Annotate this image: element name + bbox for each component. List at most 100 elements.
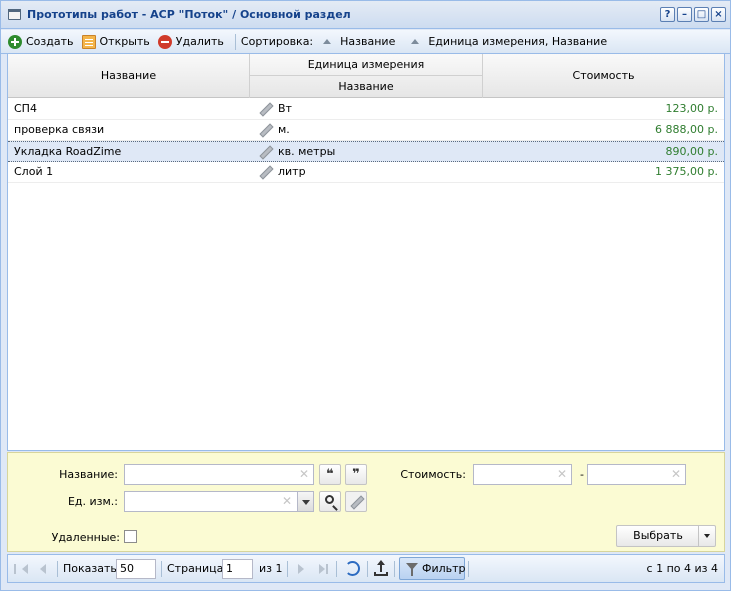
sort-item-label: Название: [340, 35, 396, 48]
clear-icon[interactable]: ✕: [557, 467, 567, 482]
paging-separator: [336, 561, 337, 577]
table-row[interactable]: Слой 1 литр 1 375,00 р.: [8, 162, 724, 183]
page-size-input[interactable]: 50: [116, 559, 156, 579]
sort-asc-icon: [323, 39, 332, 44]
open-label: Открыть: [99, 35, 150, 48]
quote-close-button[interactable]: ❞: [345, 464, 367, 485]
first-page-icon[interactable]: [14, 564, 28, 574]
clear-icon[interactable]: ✕: [299, 467, 309, 482]
clear-icon[interactable]: ✕: [282, 494, 292, 509]
cell-unit-text: литр: [278, 165, 306, 178]
column-header-unit-name[interactable]: Название: [250, 76, 483, 98]
paging-separator: [468, 561, 469, 577]
cell-cost: 123,00 р.: [665, 102, 718, 115]
pencil-icon: [349, 495, 363, 509]
minimize-button[interactable]: –: [677, 7, 692, 22]
paging-separator: [367, 561, 368, 577]
table-row[interactable]: проверка связи м. 6 888,00 р.: [8, 120, 724, 141]
cost-from-input[interactable]: ✕: [473, 464, 572, 485]
cell-cost: 6 888,00 р.: [655, 123, 718, 136]
pencil-icon: [258, 145, 272, 159]
search-unit-button[interactable]: [319, 491, 341, 512]
unit-filter-label: Ед. изм.:: [67, 495, 118, 508]
cell-cost: 890,00 р.: [665, 145, 718, 158]
name-filter-label: Название:: [59, 468, 118, 481]
delete-label: Удалить: [175, 35, 224, 48]
page-number-input[interactable]: 1: [222, 559, 253, 579]
paging-toolbar: Показать 50 Страница 1 из 1 Фильтр с 1 п…: [7, 554, 725, 583]
cell-unit: Вт: [258, 99, 478, 119]
cell-unit-text: кв. метры: [278, 145, 336, 158]
window: Прототипы работ - АСР "Поток" / Основной…: [0, 0, 731, 591]
filter-toggle-button[interactable]: Фильтр: [399, 557, 466, 580]
name-filter-input[interactable]: ✕: [124, 464, 314, 485]
chevron-down-icon[interactable]: [297, 491, 314, 512]
delete-button[interactable]: Удалить: [156, 31, 230, 53]
cost-to-input[interactable]: ✕: [587, 464, 686, 485]
title-bar[interactable]: Прототипы работ - АСР "Поток" / Основной…: [1, 1, 730, 29]
help-button[interactable]: ?: [660, 7, 675, 22]
page-label: Страница: [167, 562, 224, 575]
column-header-cost[interactable]: Стоимость: [483, 54, 724, 98]
plus-icon: [8, 34, 22, 49]
sort-label: Сортировка:: [240, 35, 314, 48]
export-icon-base: [374, 572, 388, 576]
cell-name: проверка связи: [14, 123, 105, 136]
cell-unit: литр: [258, 162, 478, 182]
paging-separator: [57, 561, 58, 577]
cell-name: Укладка RoadZime: [14, 145, 122, 158]
deleted-checkbox[interactable]: [124, 530, 137, 543]
window-title: Прототипы работ - АСР "Поток" / Основной…: [27, 8, 351, 21]
maximize-button[interactable]: □: [694, 7, 709, 22]
document-icon: [81, 34, 96, 49]
select-button-label: Выбрать: [633, 529, 683, 542]
paging-separator: [394, 561, 395, 577]
close-button[interactable]: ×: [711, 7, 726, 22]
sort-by-name[interactable]: Название: [323, 35, 395, 48]
open-button[interactable]: Открыть: [80, 31, 156, 53]
cost-filter-label: Стоимость:: [400, 468, 466, 481]
refresh-icon[interactable]: [345, 561, 360, 576]
pencil-icon: [258, 123, 272, 137]
edit-unit-button[interactable]: [345, 491, 367, 512]
sort-asc-icon: [411, 39, 420, 44]
cell-unit-text: Вт: [278, 102, 292, 115]
pencil-icon: [258, 165, 272, 179]
filter-button-label: Фильтр: [422, 562, 466, 575]
prototypes-grid: Название Единица измерения Название Стои…: [7, 54, 725, 451]
unit-filter-combo[interactable]: ✕: [124, 491, 314, 512]
grid-header: Название Единица измерения Название Стои…: [8, 54, 724, 98]
search-icon: [325, 495, 334, 504]
cell-name: СП4: [14, 102, 37, 115]
toolbar-separator: [234, 33, 236, 50]
paging-summary: с 1 по 4 из 4: [646, 562, 718, 575]
sort-item-label: Единица измерения, Название: [428, 35, 608, 48]
column-header-name[interactable]: Название: [8, 54, 250, 98]
cost-range-dash: -: [580, 468, 584, 481]
window-controls: ? – □ ×: [660, 7, 726, 22]
cell-unit: м.: [258, 120, 478, 140]
table-row-selected[interactable]: Укладка RoadZime кв. метры 890,00 р.: [8, 141, 724, 162]
cell-unit: кв. метры: [258, 142, 478, 162]
quote-open-button[interactable]: ❝: [319, 464, 341, 485]
cell-cost: 1 375,00 р.: [655, 165, 718, 178]
chevron-down-icon[interactable]: [698, 526, 715, 546]
last-page-icon[interactable]: [319, 564, 328, 574]
create-button[interactable]: Создать: [6, 31, 80, 53]
toolbar: Создать Открыть Удалить Сортировка: Назв…: [1, 30, 730, 54]
cell-name: Слой 1: [14, 165, 54, 178]
clear-icon[interactable]: ✕: [671, 467, 681, 482]
select-button[interactable]: Выбрать: [616, 525, 716, 547]
paging-separator: [161, 561, 162, 577]
prev-page-icon[interactable]: [40, 564, 46, 574]
minus-icon: [157, 34, 172, 49]
filter-panel: Название: ✕ ❝ ❞ Стоимость: ✕ - ✕ Ед. изм…: [7, 452, 725, 552]
page-size-label: Показать: [63, 562, 117, 575]
create-label: Создать: [26, 35, 74, 48]
table-row[interactable]: СП4 Вт 123,00 р.: [8, 99, 724, 120]
filter-icon: [406, 563, 418, 576]
sort-by-unit-name[interactable]: Единица измерения, Название: [411, 35, 607, 48]
cell-unit-text: м.: [278, 123, 290, 136]
next-page-icon[interactable]: [298, 564, 304, 574]
paging-separator: [287, 561, 288, 577]
